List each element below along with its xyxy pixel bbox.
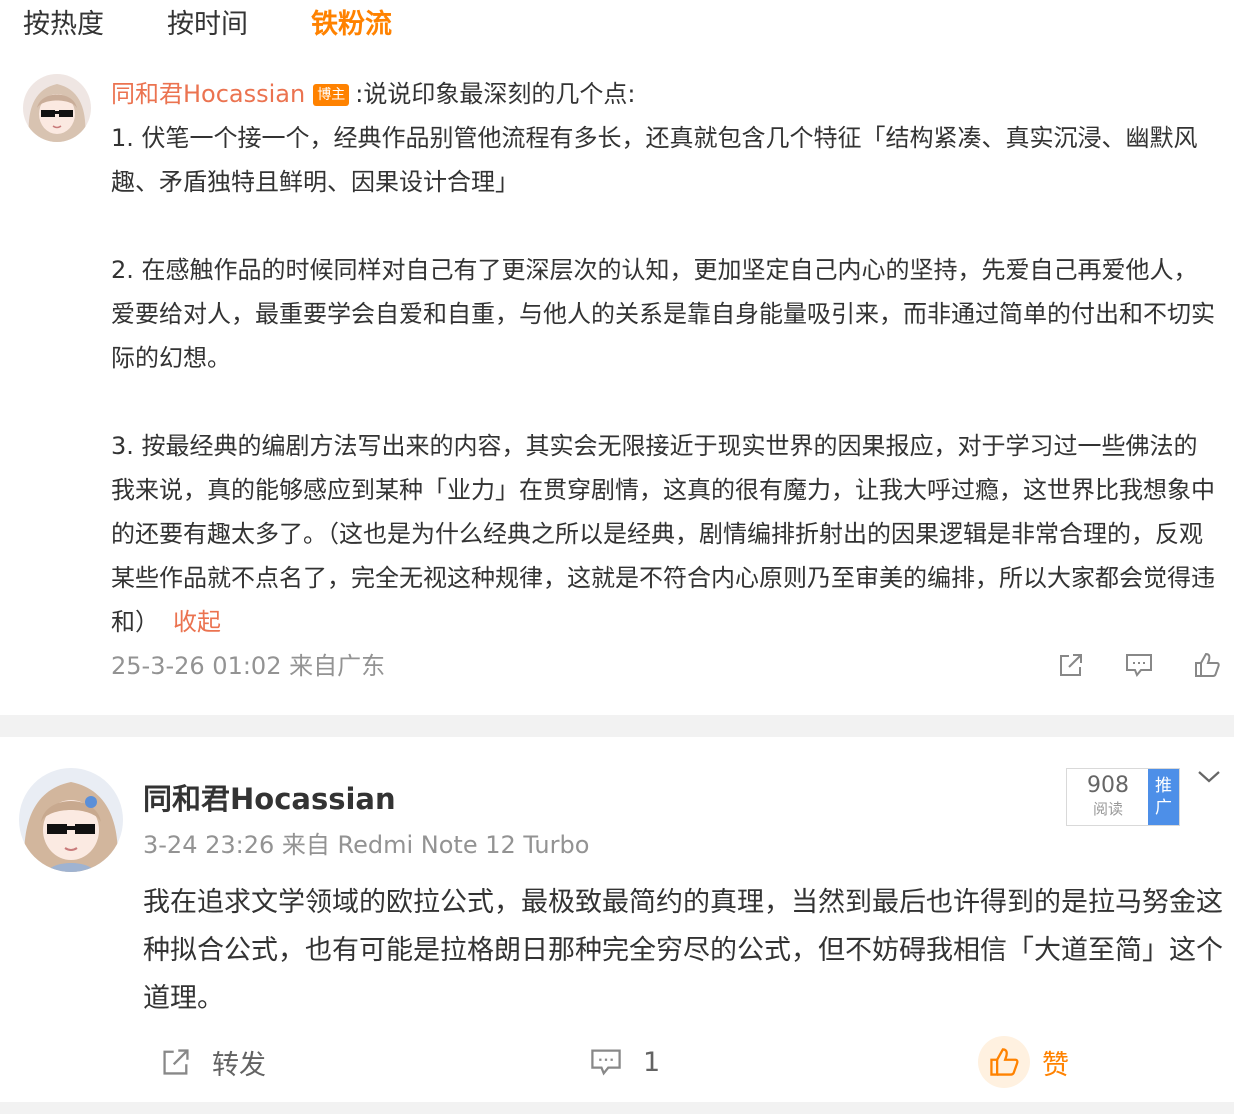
blogger-badge: 博主	[313, 84, 350, 106]
author-name[interactable]: 同和君Hocassian	[143, 779, 396, 819]
post-card: 同和君Hocassian 3-24 23:26 来自 Redmi Note 12…	[0, 737, 1234, 1102]
comment-intro: :说说印象最深刻的几个点:	[355, 80, 636, 108]
post-action-bar: 转发 1 赞	[0, 1036, 1234, 1088]
comment-body: 同和君Hocassian 博主:说说印象最深刻的几个点: 1. 伏笔一个接一个，经…	[111, 72, 1221, 644]
collapse-link[interactable]: 收起	[173, 608, 221, 636]
share-icon[interactable]	[1056, 650, 1086, 680]
comment-paragraph-3-text: 3. 按最经典的编剧方法写出来的内容，其实会无限接近于现实世界的因果报应，对于学…	[111, 432, 1215, 636]
post-text: 我在追求文学领域的欧拉公式，最极致最简约的真理，当然到最后也许得到的是拉马努金这…	[143, 887, 1223, 1014]
comment-icon[interactable]	[1124, 650, 1154, 680]
comment-count: 1	[643, 1046, 661, 1078]
comment-paragraph-3: 3. 按最经典的编剧方法写出来的内容，其实会无限接近于现实世界的因果报应，对于学…	[111, 424, 1221, 644]
comment-paragraph-2: 2. 在感触作品的时候同样对自己有了更深层次的认知，更加坚定自己内心的坚持，先爱…	[111, 256, 1215, 372]
like-button[interactable]: 赞	[978, 1036, 1069, 1088]
forward-button[interactable]: 转发	[160, 1037, 266, 1087]
bottom-divider	[0, 1102, 1234, 1114]
tab-by-time[interactable]: 按时间	[167, 6, 248, 44]
comment-username[interactable]: 同和君Hocassian	[111, 80, 305, 108]
tab-fans-flow[interactable]: 铁粉流	[311, 6, 392, 44]
author-avatar[interactable]	[19, 768, 123, 872]
comment-item: 同和君Hocassian 博主:说说印象最深刻的几个点: 1. 伏笔一个接一个，经…	[0, 70, 1234, 715]
comment-button[interactable]: 1	[589, 1037, 660, 1087]
read-count: 908	[1087, 773, 1129, 798]
read-label: 阅读	[1092, 800, 1123, 818]
comment-actions	[1056, 650, 1222, 680]
post-meta: 3-24 23:26 来自 Redmi Note 12 Turbo	[143, 831, 590, 859]
promote-label: 推广	[1155, 776, 1172, 818]
sort-tabs: 按热度 按时间 铁粉流	[0, 0, 1234, 50]
like-icon	[978, 1036, 1030, 1088]
comment-icon	[591, 1049, 621, 1076]
commenter-avatar[interactable]	[23, 74, 91, 142]
read-count-box: 908 阅读 推广	[1066, 768, 1180, 826]
tab-by-hot[interactable]: 按热度	[23, 6, 104, 44]
like-icon[interactable]	[1192, 650, 1222, 680]
share-icon	[163, 1049, 189, 1075]
section-divider	[0, 715, 1234, 737]
comment-meta: 25-3-26 01:02 来自广东	[111, 652, 386, 680]
promote-button[interactable]: 推广	[1148, 769, 1179, 825]
comment-first-line: 同和君Hocassian 博主:说说印象最深刻的几个点:	[111, 72, 1221, 116]
forward-label: 转发	[212, 1049, 266, 1081]
chevron-down-icon[interactable]	[1196, 767, 1222, 787]
comment-paragraph-1: 1. 伏笔一个接一个，经典作品别管他流程有多长，还真就包含几个特征「结构紧凑、真…	[111, 124, 1198, 196]
like-label: 赞	[1042, 1049, 1069, 1081]
